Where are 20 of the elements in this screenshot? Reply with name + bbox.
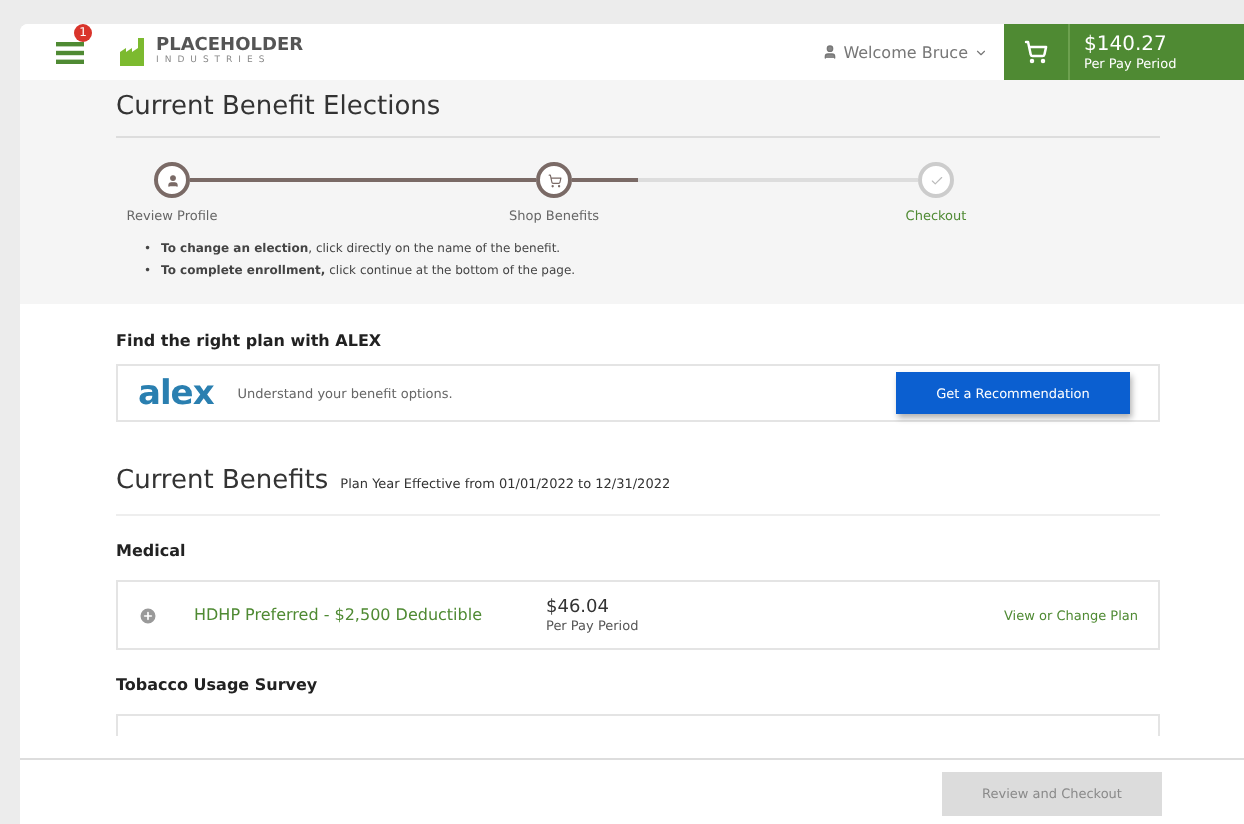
cart-icon [1024, 40, 1048, 64]
person-icon [165, 173, 179, 187]
section-heading: Tobacco Usage Survey [116, 676, 320, 694]
user-icon [821, 44, 838, 60]
alex-logo: alex [138, 373, 214, 413]
plan-price: $46.04 [546, 597, 611, 617]
plan-name[interactable]: HDHP Preferred - $2,500 Deductible [194, 606, 546, 624]
welcome-menu[interactable]: Welcome Bruce [843, 43, 968, 61]
expand-icon[interactable] [138, 605, 158, 625]
factory-icon [120, 38, 148, 66]
section-title: Current Benefits [116, 466, 329, 496]
chevron-icon[interactable] [974, 45, 988, 59]
cart-button[interactable] [1004, 24, 1070, 80]
menu-icon[interactable] [56, 41, 84, 63]
logo-text: PLACEHOLDER [156, 36, 304, 56]
check-icon [929, 173, 943, 187]
page-title: Current Benefit Elections [116, 92, 1160, 138]
section-heading: Find the right plan with ALEX [116, 332, 384, 350]
cart-icon [547, 173, 561, 187]
section-heading: Medical [116, 542, 188, 560]
